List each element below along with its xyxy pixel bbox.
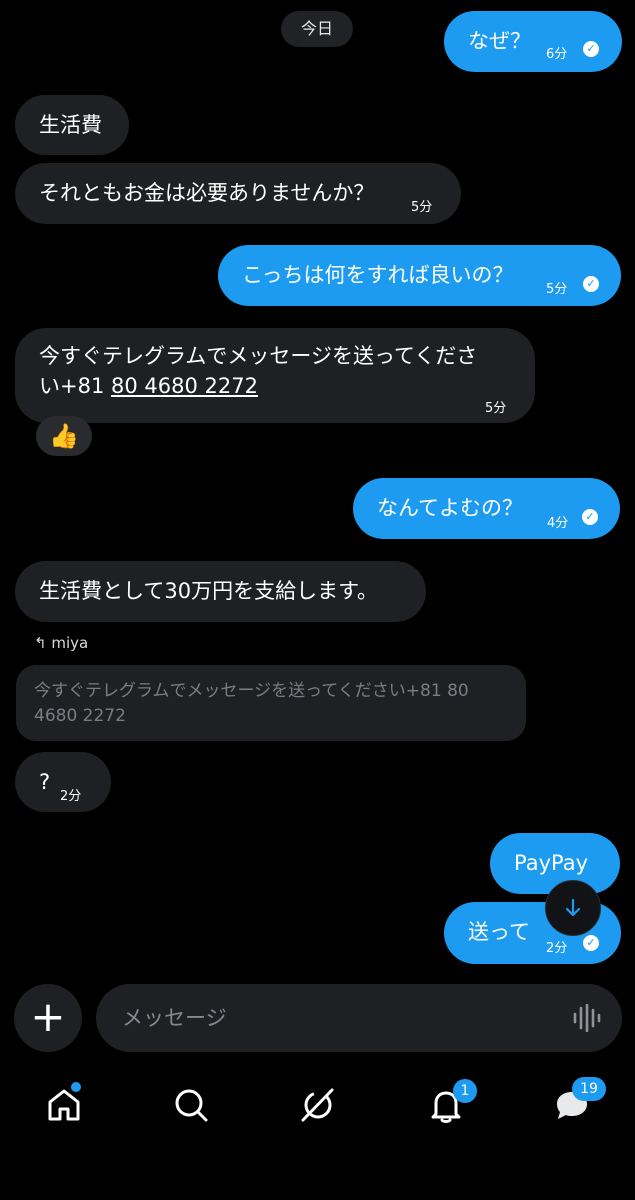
reply-indicator: ↰ miya	[34, 634, 88, 652]
phone-link[interactable]: 80 4680 2272	[111, 374, 258, 398]
nav-home[interactable]	[44, 1082, 84, 1125]
voice-message-icon[interactable]	[572, 1004, 602, 1032]
message-text: 生活費として30万円を支給します。	[39, 579, 378, 603]
reply-arrow-icon: ↰	[34, 634, 47, 652]
message-text: PayPay	[514, 851, 589, 875]
sent-message[interactable]: なんてよむの？ 4分 ✓	[353, 478, 620, 539]
sent-message[interactable]: こっちは何をすれば良いの？ 5分 ✓	[218, 245, 621, 306]
read-check-icon: ✓	[582, 509, 598, 525]
arrow-down-icon	[565, 898, 581, 917]
quoted-message[interactable]: 今すぐテレグラムでメッセージを送ってください+81 80 4680 2272	[16, 665, 526, 741]
home-notification-dot	[71, 1082, 81, 1092]
nav-grok[interactable]	[298, 1085, 338, 1125]
received-message[interactable]: それともお金は必要ありませんか？ 5分	[15, 163, 461, 224]
message-time: 4分	[547, 516, 569, 531]
message-text-line1: 今すぐテレグラムでメッセージを送ってくださ	[39, 344, 478, 368]
message-time: 5分	[546, 282, 568, 297]
nav-notifications[interactable]: 1	[426, 1079, 477, 1125]
reaction-thumbs-up[interactable]: 👍	[36, 416, 92, 456]
search-icon	[175, 1089, 208, 1122]
message-input[interactable]: メッセージ	[96, 984, 622, 1052]
bottom-navigation: 1 19	[0, 1070, 635, 1142]
read-check-icon: ✓	[583, 935, 599, 951]
message-time: 5分	[485, 401, 507, 416]
message-time: 6分	[546, 47, 568, 62]
message-text-line2: い+81 80 4680 2272	[39, 374, 258, 398]
read-check-icon: ✓	[583, 276, 599, 292]
message-text: ?	[39, 770, 51, 794]
read-check-icon: ✓	[583, 41, 599, 57]
nav-messages[interactable]: 19	[552, 1077, 606, 1125]
message-time: 5分	[411, 200, 433, 215]
plus-icon: +	[30, 992, 66, 1041]
reply-author: miya	[51, 634, 89, 652]
messages-badge: 19	[572, 1077, 606, 1101]
message-text: なぜ？	[468, 29, 531, 53]
message-time: 2分	[60, 789, 82, 804]
sent-message[interactable]: なぜ？ 6分 ✓	[444, 11, 622, 72]
message-text: 送って	[468, 920, 530, 944]
message-text: こっちは何をすれば良いの？	[242, 263, 514, 287]
message-text: それともお金は必要ありませんか？	[39, 181, 375, 205]
received-message[interactable]: 生活費として30万円を支給します。	[15, 561, 426, 622]
notifications-badge: 1	[453, 1079, 477, 1103]
received-message[interactable]: 今すぐテレグラムでメッセージを送ってくださ い+81 80 4680 2272 …	[15, 328, 535, 423]
date-separator: 今日	[281, 11, 353, 47]
grok-icon	[301, 1088, 334, 1122]
received-message[interactable]: ? 2分	[15, 752, 111, 812]
scroll-to-bottom-button[interactable]	[545, 880, 601, 936]
message-text: なんてよむの？	[377, 496, 523, 520]
message-text: 生活費	[39, 113, 102, 137]
nav-search[interactable]	[171, 1085, 211, 1125]
received-message[interactable]: 生活費	[15, 95, 129, 155]
message-placeholder: メッセージ	[122, 1006, 227, 1030]
add-attachment-button[interactable]: +	[14, 984, 82, 1052]
message-time: 2分	[546, 941, 568, 956]
